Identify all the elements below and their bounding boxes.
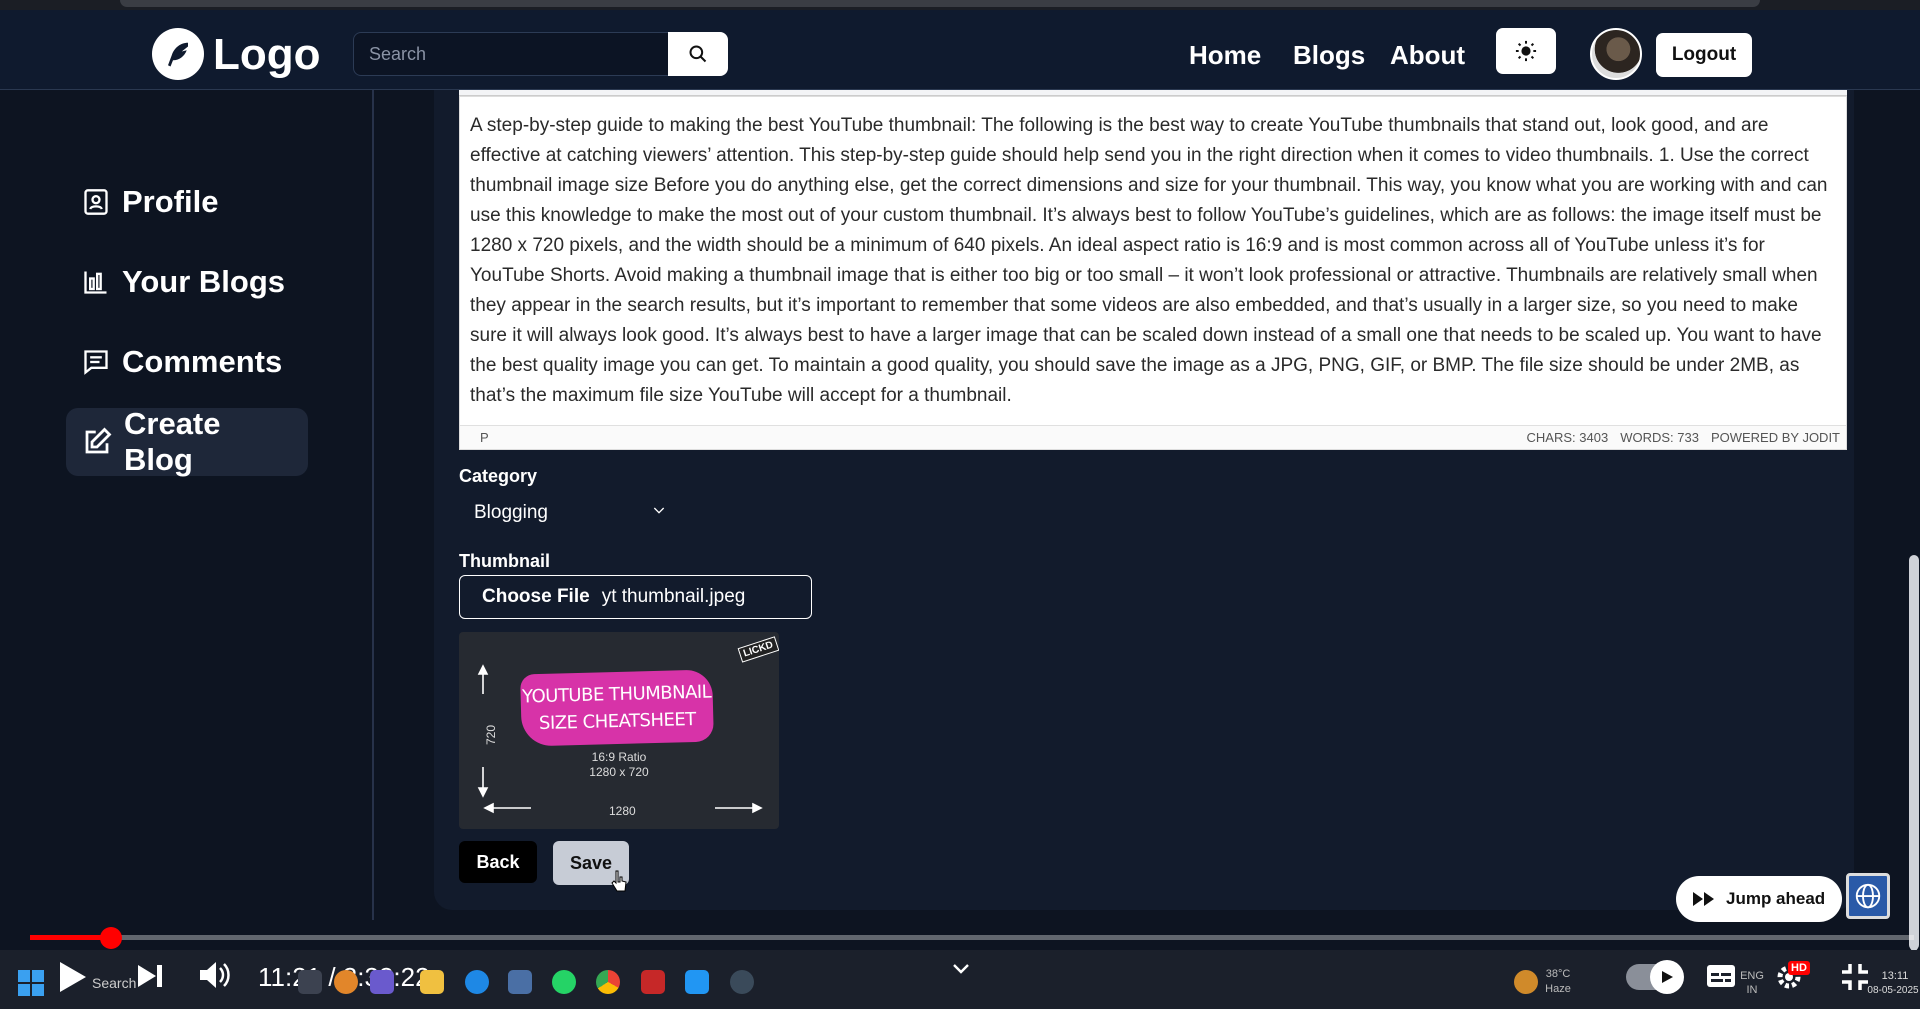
vscode-icon[interactable]	[685, 970, 709, 994]
windows-start-icon[interactable]	[18, 970, 44, 996]
logout-button[interactable]: Logout	[1656, 33, 1752, 77]
words-count: WORDS: 733	[1620, 430, 1699, 445]
sidebar: Profile Your Blogs Comments Create Blog	[0, 90, 374, 920]
profile-icon	[84, 189, 108, 215]
subtitles-icon[interactable]	[1706, 964, 1736, 988]
clock-date: 08-05-2025	[1867, 985, 1919, 996]
sidebar-item-label: Profile	[122, 184, 219, 219]
search-button[interactable]	[668, 32, 728, 76]
clock-time: 13:11	[1881, 970, 1909, 982]
search-icon	[689, 45, 707, 63]
globe-icon[interactable]	[1846, 873, 1890, 919]
category-value: Blogging	[474, 502, 548, 523]
hd-badge: HD	[1788, 961, 1810, 975]
comment-icon	[84, 350, 108, 375]
sidebar-item-your-blogs[interactable]: Your Blogs	[66, 248, 301, 316]
sidebar-item-label: Comments	[122, 344, 283, 379]
sidebar-item-create-blog[interactable]: Create Blog	[66, 406, 308, 477]
chevron-down-icon[interactable]	[952, 962, 970, 976]
taskbar-search[interactable]: Search	[92, 975, 136, 991]
play-icon[interactable]	[58, 960, 88, 994]
feather-logo-icon[interactable]	[152, 28, 204, 80]
sidebar-item-comments[interactable]: Comments	[66, 328, 298, 396]
dimension-arrows	[477, 664, 763, 814]
video-progress-track[interactable]	[30, 935, 1914, 940]
weather-icon	[1514, 970, 1538, 994]
video-scrubber-handle[interactable]	[100, 927, 122, 949]
sidebar-item-label: Your Blogs	[122, 264, 286, 299]
jump-ahead-label: Jump ahead	[1726, 889, 1826, 908]
chevron-down-icon	[653, 507, 665, 514]
fast-forward-icon	[1693, 892, 1714, 906]
powered-by-link[interactable]: POWERED BY JODIT	[1711, 430, 1840, 445]
region-indicator: IN	[1746, 984, 1758, 996]
edit-icon	[85, 427, 112, 454]
file-name: yt thumbnail.jpeg	[601, 586, 746, 607]
avatar[interactable]	[1590, 28, 1642, 80]
nav-about-link[interactable]: About	[1390, 40, 1465, 71]
choose-file-button[interactable]: Choose File	[482, 586, 590, 608]
chars-count: CHARS: 3403	[1526, 430, 1609, 445]
weather-temp: 38°C	[1545, 968, 1571, 980]
nav-home-link[interactable]: Home	[1189, 40, 1261, 71]
theme-toggle-button[interactable]	[1496, 28, 1556, 74]
back-button[interactable]: Back	[459, 841, 537, 883]
bar-chart-icon	[84, 271, 107, 294]
folder-icon[interactable]	[420, 970, 444, 994]
category-select[interactable]: Blogging	[459, 492, 679, 534]
thumbnail-label: Thumbnail	[459, 551, 550, 571]
category-label: Category	[459, 466, 538, 486]
volume-icon[interactable]	[198, 960, 232, 990]
next-icon[interactable]	[136, 962, 164, 990]
navbar: Logo Home Blogs About Logout	[0, 10, 1920, 90]
taskbar-app-icon[interactable]	[730, 970, 754, 994]
editor-content[interactable]: A step-by-step guide to making the best …	[470, 111, 1836, 411]
sidebar-item-profile[interactable]: Profile	[66, 168, 234, 236]
store-icon[interactable]	[508, 970, 532, 994]
taskbar-app-icon[interactable]	[641, 970, 665, 994]
sun-icon	[1515, 40, 1537, 62]
rich-text-editor[interactable]: A step-by-step guide to making the best …	[459, 96, 1847, 450]
video-progress-fill	[30, 935, 111, 940]
pointer-cursor-icon	[611, 870, 627, 892]
weather-desc: Haze	[1545, 983, 1571, 995]
taskbar-app-icon[interactable]	[370, 970, 394, 994]
logo-text[interactable]: Logo	[213, 30, 321, 80]
taskbar-app-icon[interactable]	[298, 970, 322, 994]
language-indicator: ENG	[1740, 970, 1764, 982]
editor-path: P	[480, 430, 489, 445]
chrome-icon[interactable]	[596, 970, 620, 994]
thumbnail-preview: YOUTUBE THUMBNAIL SIZE CHEATSHEET 16:9 R…	[459, 632, 779, 829]
whatsapp-icon[interactable]	[552, 970, 576, 994]
firefox-icon[interactable]	[334, 970, 358, 994]
autoplay-knob[interactable]	[1650, 960, 1684, 994]
editor-statusbar: P CHARS: 3403 WORDS: 733 POWERED BY JODI…	[460, 425, 1846, 449]
nav-blogs-link[interactable]: Blogs	[1293, 40, 1365, 71]
browser-top-strip	[0, 0, 1920, 10]
search-input[interactable]	[353, 32, 669, 76]
jump-ahead-button[interactable]: Jump ahead	[1676, 876, 1842, 922]
edge-icon[interactable]	[465, 970, 489, 994]
scrollbar-thumb[interactable]	[1909, 555, 1919, 950]
play-icon	[1662, 971, 1673, 983]
sidebar-item-label: Create Blog	[124, 406, 221, 477]
thumbnail-file-input[interactable]: Choose File yt thumbnail.jpeg	[459, 575, 812, 619]
